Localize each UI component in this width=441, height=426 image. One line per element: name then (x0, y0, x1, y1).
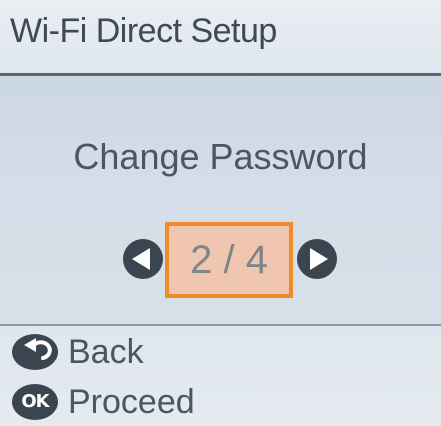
printer-lcd-screen: Wi-Fi Direct Setup Change Password 2 / 4… (0, 0, 441, 426)
ok-button-icon[interactable]: OK (12, 384, 58, 420)
page-selector[interactable]: 2 / 4 (0, 216, 441, 304)
ok-icon-text: OK (21, 391, 49, 412)
right-arrow-icon[interactable] (297, 239, 337, 279)
page-indicator[interactable]: 2 / 4 (165, 222, 293, 298)
back-icon[interactable] (12, 334, 58, 370)
setting-heading: Change Password (73, 136, 368, 177)
main-panel: Change Password 2 / 4 (0, 76, 441, 324)
page-title: Wi-Fi Direct Setup (10, 12, 277, 50)
title-bar: Wi-Fi Direct Setup (0, 0, 441, 76)
proceed-label: Proceed (68, 383, 195, 421)
button-hint-bar: Back OK Proceed (0, 324, 441, 426)
back-label: Back (68, 333, 144, 371)
left-arrow-icon[interactable] (123, 239, 163, 279)
